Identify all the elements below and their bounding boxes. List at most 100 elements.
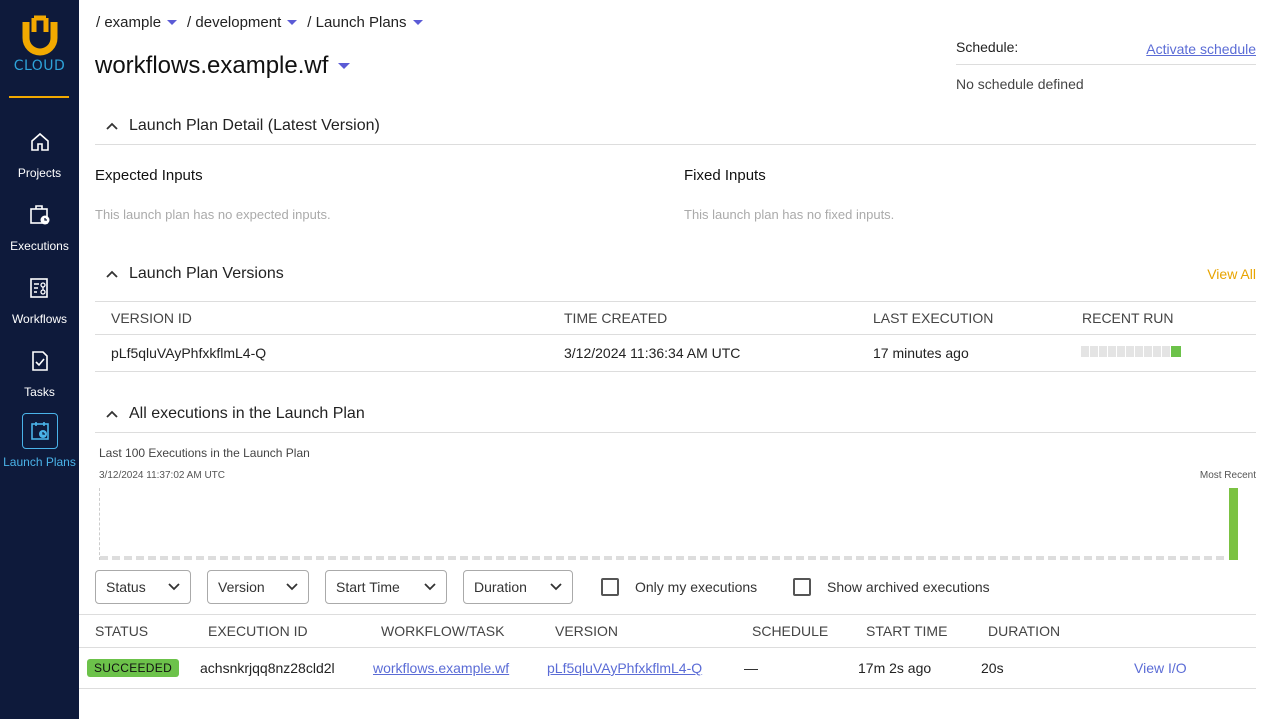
timeline-empty-slot xyxy=(1168,556,1176,560)
sidebar-item-tasks[interactable]: Tasks xyxy=(0,343,79,399)
chevron-down-icon xyxy=(550,583,562,591)
time-created-cell: 3/12/2024 11:36:34 AM UTC xyxy=(564,345,741,361)
view-io-button[interactable]: View I/O xyxy=(1134,660,1187,676)
chevron-up-icon xyxy=(106,122,118,130)
timeline-empty-slot xyxy=(556,556,564,560)
workflow-link[interactable]: workflows.example.wf xyxy=(373,660,509,676)
recent-run-empty-slot xyxy=(1099,346,1107,357)
timeline-empty-slot xyxy=(844,556,852,560)
filter-label: Version xyxy=(218,579,265,595)
fixed-inputs-empty: This launch plan has no fixed inputs. xyxy=(684,207,895,222)
logo-text: CLOUD xyxy=(13,58,66,74)
recent-run-empty-slot xyxy=(1090,346,1098,357)
timeline-empty-slot xyxy=(1180,556,1188,560)
executions-section-toggle[interactable]: All executions in the Launch Plan xyxy=(95,405,365,423)
chevron-down-icon xyxy=(287,19,298,25)
status-filter[interactable]: Status xyxy=(95,570,191,604)
col-status: STATUS xyxy=(95,623,149,639)
filter-label: Duration xyxy=(474,579,527,595)
sidebar-item-launch-plans[interactable]: Launch Plans xyxy=(0,413,79,469)
recent-run-empty-slot xyxy=(1081,346,1089,357)
schedule-cell: — xyxy=(744,660,758,676)
version-link[interactable]: pLf5qluVAyPhfxkflmL4-Q xyxy=(547,660,702,676)
col-time-created: TIME CREATED xyxy=(564,310,668,326)
timeline-empty-slot xyxy=(1000,556,1008,560)
timeline-empty-slot xyxy=(352,556,360,560)
status-badge: SUCCEEDED xyxy=(87,659,180,677)
timeline-empty-slot xyxy=(592,556,600,560)
executions-timeline xyxy=(99,488,1239,560)
chevron-down-icon xyxy=(412,19,423,25)
timeline-empty-slot xyxy=(1072,556,1080,560)
version-filter[interactable]: Version xyxy=(207,570,309,604)
sidebar-item-workflows[interactable]: Workflows xyxy=(0,270,79,326)
timeline-empty-slot xyxy=(364,556,372,560)
col-version-id: VERSION ID xyxy=(111,310,192,326)
timeline-empty-slot xyxy=(952,556,960,560)
schedule-label: Schedule: xyxy=(956,39,1019,55)
only-my-executions-checkbox[interactable]: Only my executions xyxy=(601,578,757,596)
view-all-link[interactable]: View All xyxy=(1207,266,1256,282)
versions-section-toggle[interactable]: Launch Plan Versions xyxy=(95,265,284,283)
timeline-empty-slot xyxy=(1096,556,1104,560)
last-execution-cell: 17 minutes ago xyxy=(873,345,969,361)
timeline-empty-slot xyxy=(688,556,696,560)
execution-id-cell[interactable]: achsnkrjqq8nz28cld2l xyxy=(200,660,335,676)
sidebar-item-label: Tasks xyxy=(24,385,55,399)
recent-run-empty-slot xyxy=(1126,346,1134,357)
recent-run-success-slot[interactable] xyxy=(1171,346,1181,357)
recent-run-bar[interactable] xyxy=(1081,346,1181,357)
chevron-down-icon xyxy=(168,583,180,591)
breadcrumb-section[interactable]: / Launch Plans xyxy=(307,14,428,31)
launch-plan-icon xyxy=(21,413,58,449)
execution-bar[interactable] xyxy=(1229,488,1238,560)
app-logo[interactable]: CLOUD xyxy=(0,14,79,74)
col-duration: DURATION xyxy=(988,623,1061,639)
sidebar-item-projects[interactable]: Projects xyxy=(0,124,79,180)
timeline-empty-slot xyxy=(760,556,768,560)
timeline-empty-slot xyxy=(520,556,528,560)
timeline-empty-slot xyxy=(388,556,396,560)
chevron-down-icon xyxy=(424,583,436,591)
show-archived-checkbox[interactable]: Show archived executions xyxy=(793,578,990,596)
timeline-empty-slot xyxy=(460,556,468,560)
sidebar-item-executions[interactable]: Executions xyxy=(0,197,79,253)
breadcrumb-label: / development xyxy=(187,14,282,31)
timeline-empty-slot xyxy=(136,556,144,560)
page-title[interactable]: workflows.example.wf xyxy=(95,52,356,80)
breadcrumb-domain[interactable]: / development xyxy=(187,14,303,31)
duration-filter[interactable]: Duration xyxy=(463,570,573,604)
timeline-empty-slot xyxy=(100,556,108,560)
timeline-empty-slot xyxy=(604,556,612,560)
breadcrumb: / example / development / Launch Plans xyxy=(96,14,429,31)
timeline-empty-slot xyxy=(700,556,708,560)
duration-cell: 20s xyxy=(981,660,1004,676)
timeline-empty-slot xyxy=(1144,556,1152,560)
timeline-empty-slot xyxy=(772,556,780,560)
chevron-up-icon xyxy=(106,410,118,418)
timeline-empty-slot xyxy=(316,556,324,560)
timeline-empty-slot xyxy=(1216,556,1224,560)
divider xyxy=(95,301,1256,302)
detail-section-toggle[interactable]: Launch Plan Detail (Latest Version) xyxy=(95,117,380,135)
timeline-empty-slot xyxy=(736,556,744,560)
timeline-empty-slot xyxy=(796,556,804,560)
recent-run-empty-slot xyxy=(1162,346,1170,357)
home-icon xyxy=(22,124,58,160)
timeline-empty-slot xyxy=(1048,556,1056,560)
logo-divider xyxy=(9,96,69,98)
start-time-filter[interactable]: Start Time xyxy=(325,570,447,604)
version-id-cell[interactable]: pLf5qluVAyPhfxkflmL4-Q xyxy=(111,345,266,361)
timeline-empty-slot xyxy=(124,556,132,560)
timeline-empty-slot xyxy=(172,556,180,560)
timeline-empty-slot xyxy=(220,556,228,560)
timeline-empty-slot xyxy=(1192,556,1200,560)
col-last-execution: LAST EXECUTION xyxy=(873,310,994,326)
activate-schedule-link[interactable]: Activate schedule xyxy=(1146,41,1256,57)
timeline-empty-slot xyxy=(436,556,444,560)
timeline-empty-slot xyxy=(244,556,252,560)
timeline-empty-slot xyxy=(340,556,348,560)
breadcrumb-project[interactable]: / example xyxy=(96,14,183,31)
schedule-value: No schedule defined xyxy=(956,76,1084,92)
logo-icon xyxy=(22,15,57,56)
